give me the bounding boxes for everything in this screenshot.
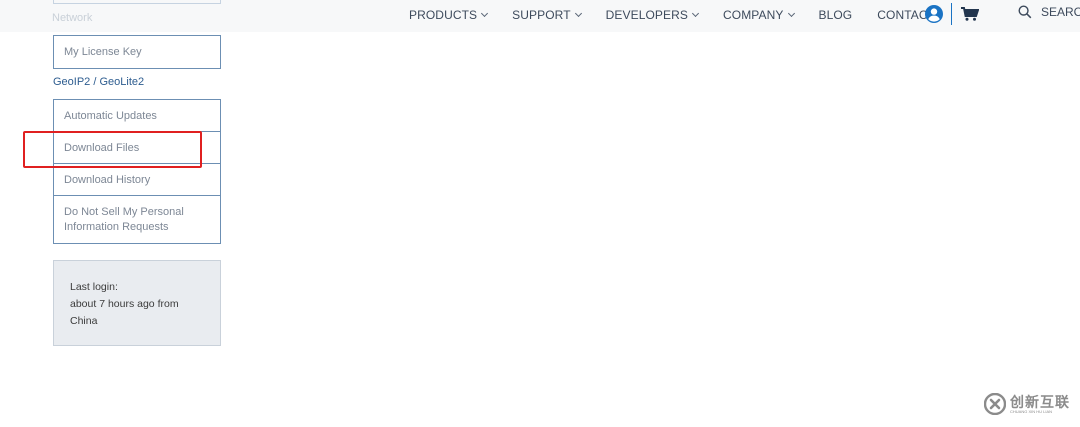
nav-support[interactable]: SUPPORT <box>512 8 582 22</box>
main-nav: PRODUCTS SUPPORT DEVELOPERS COMPANY BLOG… <box>409 0 960 30</box>
sidebar-item-label: Do Not Sell My Personal Information Requ… <box>64 205 184 233</box>
last-login-time: about 7 hours ago from <box>70 298 179 310</box>
chevron-down-icon <box>691 9 700 18</box>
nav-products-label: PRODUCTS <box>409 8 478 22</box>
watermark-text-block: 创新互联 CHUANG XIN HU LIAN <box>1010 395 1070 414</box>
sidebar-item-do-not-sell[interactable]: Do Not Sell My Personal Information Requ… <box>54 196 220 243</box>
watermark-logo-icon <box>984 393 1006 415</box>
nav-support-label: SUPPORT <box>512 8 571 22</box>
section-heading-geoip: GeoIP2 / GeoLite2 <box>53 76 145 88</box>
search-label: SEARCH <box>1041 5 1080 19</box>
nav-company[interactable]: COMPANY <box>723 8 795 22</box>
nav-divider <box>951 3 952 25</box>
user-icon[interactable] <box>924 4 944 24</box>
sidebar-item-label: My License Key <box>64 46 142 58</box>
nav-products[interactable]: PRODUCTS <box>409 8 489 22</box>
sidebar-item-label: Download History <box>64 173 151 186</box>
search-button[interactable]: SEARCH <box>1018 5 1080 19</box>
chevron-down-icon <box>481 9 489 18</box>
chevron-down-icon <box>787 9 795 18</box>
account-menu: My License Key <box>53 35 221 69</box>
sidebar-item-download-history[interactable]: Download History <box>54 164 220 196</box>
nav-blog[interactable]: BLOG <box>819 8 853 22</box>
last-login-panel: Last login: about 7 hours ago from China <box>53 260 221 346</box>
nav-developers[interactable]: DEVELOPERS <box>605 8 700 22</box>
nav-icon-group <box>924 3 979 25</box>
geoip-menu: Automatic Updates Download Files Downloa… <box>53 99 221 244</box>
last-login-location: China <box>70 315 98 327</box>
chevron-down-icon <box>574 9 582 18</box>
sidebar-item-label: Automatic Updates <box>64 109 157 122</box>
top-navigation-bar: PRODUCTS SUPPORT DEVELOPERS COMPANY BLOG… <box>0 0 1080 32</box>
watermark: 创新互联 CHUANG XIN HU LIAN <box>984 393 1070 415</box>
faded-menu-label: Network <box>52 12 93 24</box>
nav-company-label: COMPANY <box>723 8 784 22</box>
search-icon <box>1018 5 1032 19</box>
last-login-label: Last login: <box>70 281 118 293</box>
sidebar-item-automatic-updates[interactable]: Automatic Updates <box>54 100 220 132</box>
account-menu-top-edge <box>53 0 221 4</box>
cart-icon[interactable] <box>961 7 979 21</box>
highlight-box <box>23 131 202 168</box>
nav-blog-label: BLOG <box>818 8 853 22</box>
nav-developers-label: DEVELOPERS <box>605 8 689 22</box>
sidebar-item-my-license-key[interactable]: My License Key <box>54 36 220 68</box>
watermark-text: 创新互联 <box>1010 393 1070 410</box>
